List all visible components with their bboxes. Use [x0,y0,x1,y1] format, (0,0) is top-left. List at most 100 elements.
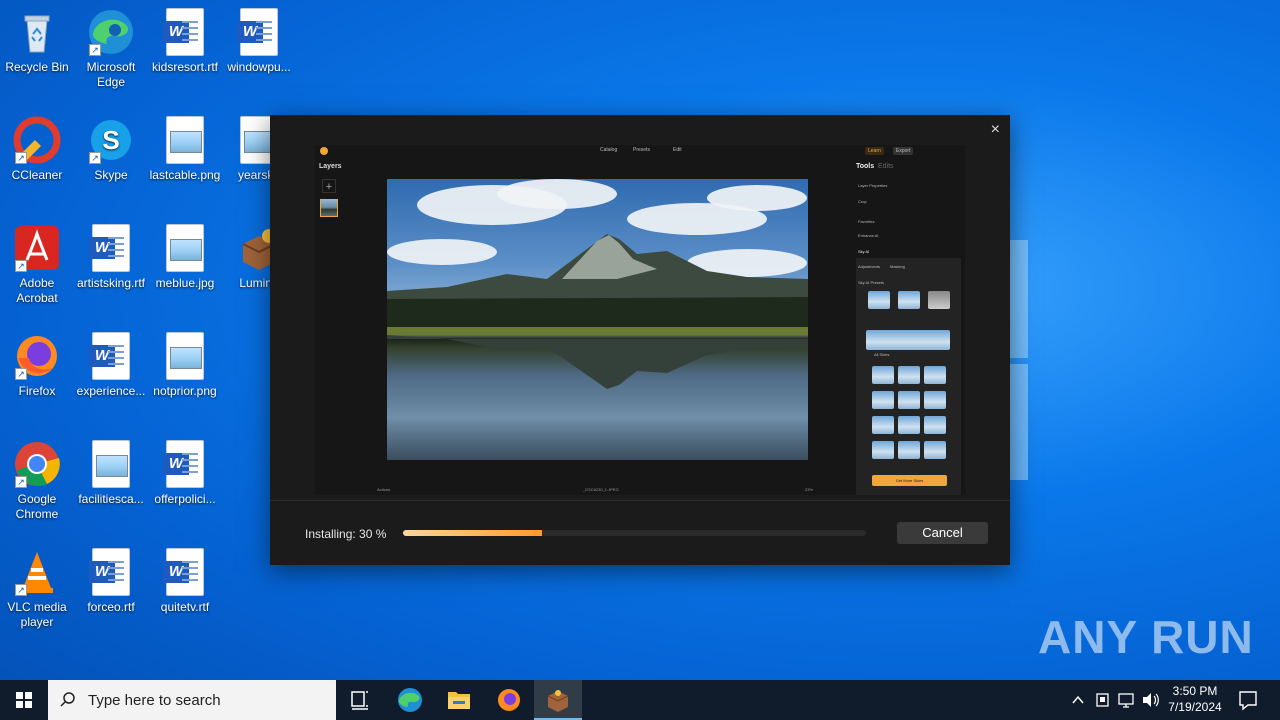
desktop-icon-microsoft-edge[interactable]: ↗ Microsoft Edge [74,8,148,90]
desktop-icon-label: windowpu... [227,60,291,74]
preview-actions-label: Actions [377,487,391,492]
desktop-icon-label: notprior.png [153,384,217,398]
word-document-icon: W [237,8,278,56]
preview-export-button: Export [893,147,914,155]
image-file-icon [166,224,204,272]
preview-landscape-photo [387,179,808,460]
desktop-icon-recycle-bin[interactable]: Recycle Bin [0,8,74,75]
shortcut-arrow-icon: ↗ [89,152,101,164]
install-status-text: Installing: 30 % [305,527,387,541]
desktop-icon-lastcable[interactable]: lastcable.png [148,116,222,183]
firefox-icon: ↗ [13,332,61,380]
desktop-icon-windowpu[interactable]: W windowpu... [222,8,296,75]
shortcut-arrow-icon: ↗ [15,152,27,164]
preview-tool-row: Favorites [858,219,875,224]
desktop-icon-offerpolici[interactable]: W offerpolici... [148,440,222,507]
acrobat-icon: ↗ [13,224,61,272]
taskbar-file-explorer-button[interactable] [435,680,483,720]
tray-volume-button[interactable] [1140,680,1162,720]
task-view-button[interactable] [336,680,384,720]
ccleaner-icon: ↗ [13,116,61,164]
shortcut-arrow-icon: ↗ [15,368,27,380]
taskbar-clock[interactable]: 3:50 PM 7/19/2024 [1160,683,1230,715]
shortcut-arrow-icon: ↗ [15,260,27,272]
desktop-icon-notprior[interactable]: notprior.png [148,332,222,399]
cancel-button[interactable]: Cancel [897,522,988,544]
action-center-button[interactable] [1228,680,1268,720]
preview-tools-title: Tools [856,163,875,170]
taskbar-edge-button[interactable] [386,680,434,720]
device-icon [1096,693,1109,707]
preview-tools-panel: Tools Edits Layer Properties Crop Favori… [856,161,961,495]
installer-window: × Catalog Presets Edit Learn Export Laye… [270,115,1010,565]
desktop-icon-google-chrome[interactable]: ↗ Google Chrome [0,440,74,522]
desktop-icon-adobe-acrobat[interactable]: ↗ Adobe Acrobat [0,224,74,306]
shortcut-arrow-icon: ↗ [15,584,27,596]
tray-network-button[interactable] [1116,680,1138,720]
vlc-icon: ↗ [13,548,61,596]
desktop-icon-vlc[interactable]: ↗ VLC media player [0,548,74,630]
desktop-icon-quitetv[interactable]: W quitetv.rtf [148,548,222,615]
installer-divider [270,500,1010,501]
search-icon [60,692,75,707]
windows-logo-icon [16,692,32,708]
preview-topbar: Catalog Presets Edit Learn Export [315,145,965,157]
preview-add-layer-icon: + [322,179,336,193]
desktop-icon-artistsking[interactable]: W artistsking.rtf [74,224,148,291]
preview-tab-presets: Presets [633,147,650,153]
edge-icon: ↗ [87,8,135,56]
desktop-icon-label: kidsresort.rtf [151,60,218,74]
desktop-icon-label: artistsking.rtf [76,276,145,290]
desktop-icon-label: CCleaner [11,168,63,182]
desktop-icon-label: Microsoft Edge [86,60,136,89]
folder-icon [448,692,470,709]
preview-filename: _DSC6230_1.JPEG [583,487,619,492]
desktop-icon-facilitiesca[interactable]: facilitiesca... [74,440,148,507]
word-document-icon: W [163,548,204,596]
desktop-icon-meblue[interactable]: meblue.jpg [148,224,222,291]
install-progress-bar [403,530,866,536]
installer-package-icon [547,690,569,712]
close-button[interactable]: × [991,121,1000,139]
tray-device-button[interactable] [1092,680,1114,720]
taskbar-installer-button[interactable] [534,680,582,720]
desktop-icon-experience[interactable]: W experience... [74,332,148,399]
chevron-up-icon [1072,695,1084,704]
word-document-icon: W [89,224,130,272]
desktop-icon-firefox[interactable]: ↗ Firefox [0,332,74,399]
preview-tool-row: Crop [858,199,867,204]
desktop-icon-skype[interactable]: S ↗ Skype [74,116,148,183]
shortcut-arrow-icon: ↗ [15,476,27,488]
desktop-icon-label: forceo.rtf [87,600,135,614]
taskbar: Type here to search 3:50 PM 7/19/2024 [0,680,1280,720]
preview-zoom: 23% [805,487,814,492]
task-view-icon [351,691,368,710]
word-document-icon: W [163,8,204,56]
desktop-icon-ccleaner[interactable]: ↗ CCleaner [0,116,74,183]
anyrun-watermark: ANY RUN [1038,611,1254,663]
taskbar-firefox-button[interactable] [485,680,533,720]
search-placeholder: Type here to search [88,692,221,709]
chrome-icon: ↗ [13,440,61,488]
preview-learn-button: Learn [865,147,884,155]
app-preview-image: Catalog Presets Edit Learn Export Layers… [315,145,965,495]
start-button[interactable] [0,680,48,720]
recycle-bin-icon [13,8,61,56]
taskbar-search-box[interactable]: Type here to search [48,680,336,720]
word-document-icon: W [163,440,204,488]
desktop-icon-label: facilitiesca... [78,492,144,506]
desktop-icon-label: offerpolici... [154,492,216,506]
show-hidden-icons-button[interactable] [1068,680,1088,720]
preview-sky-dropdown: All Skies [874,352,890,357]
desktop-icon-kidsresort[interactable]: W kidsresort.rtf [148,8,222,75]
word-document-icon: W [89,332,130,380]
desktop-icon-label: experience... [76,384,146,398]
desktop-icon-label: Recycle Bin [5,60,69,74]
desktop-icon-label: lastcable.png [149,168,221,182]
preview-bottombar: Actions _DSC6230_1.JPEG 23% [315,485,965,495]
preview-tab-catalog: Catalog [600,147,618,153]
desktop-icon-label: Skype [94,168,128,182]
volume-icon [1143,693,1159,707]
desktop-icon-label: Google Chrome [15,492,59,521]
desktop-icon-forceo[interactable]: W forceo.rtf [74,548,148,615]
